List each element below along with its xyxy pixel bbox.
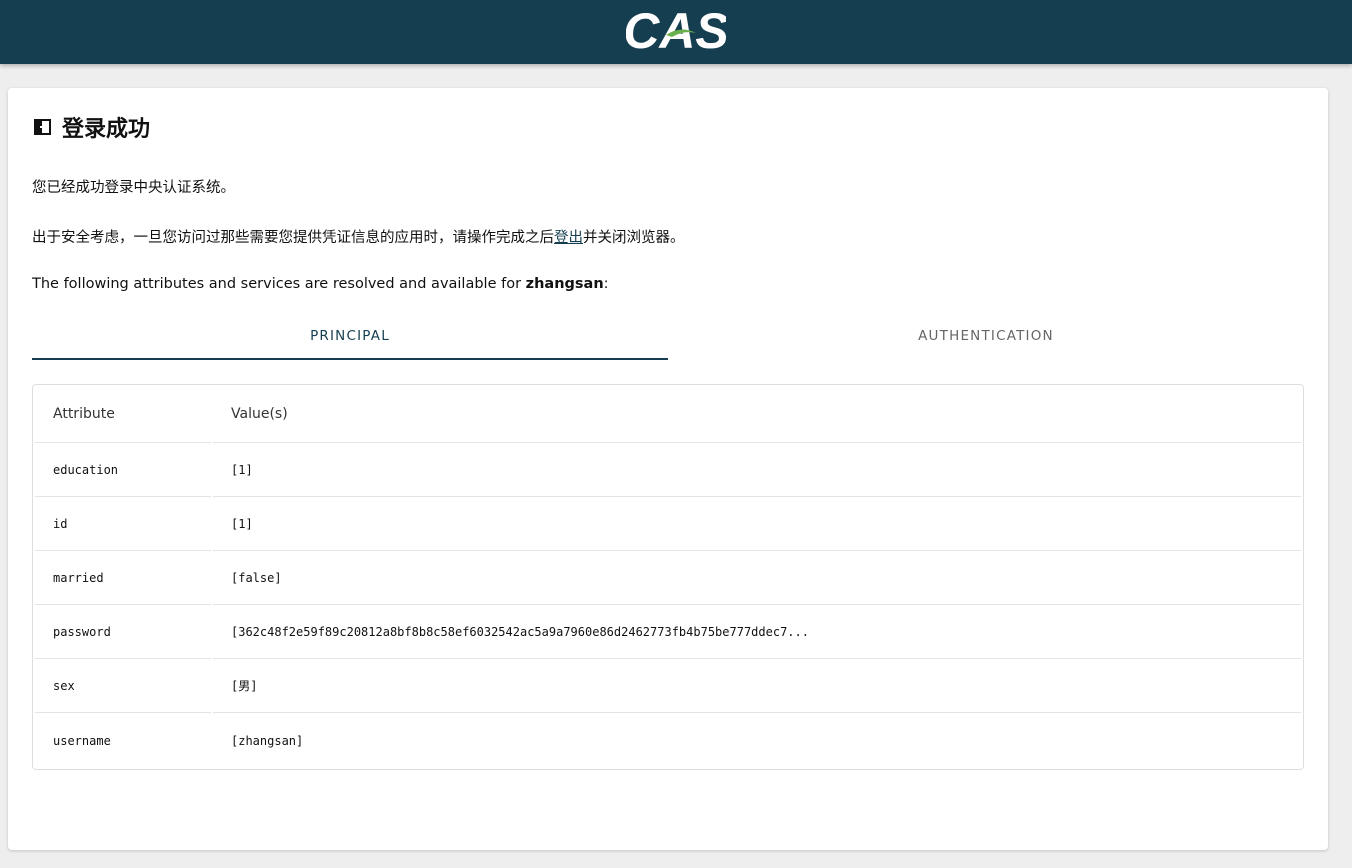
attribute-name: education bbox=[35, 443, 211, 497]
tab-bar: PRINCIPAL AUTHENTICATION bbox=[32, 312, 1304, 360]
door-open-icon bbox=[32, 116, 54, 138]
attribute-name: username bbox=[53, 734, 111, 748]
attributes-intro: The following attributes and services ar… bbox=[32, 276, 609, 292]
table-row: username [zhangsan] bbox=[33, 713, 1303, 767]
top-bar: CAS bbox=[0, 0, 1352, 64]
page-title-text: 登录成功 bbox=[62, 117, 151, 142]
login-success-card: 登录成功 您已经成功登录中央认证系统。 出于安全考虑，一旦您访问过那些需要您提供… bbox=[8, 88, 1328, 850]
attribute-name: password bbox=[35, 605, 211, 659]
attributes-intro-tail: : bbox=[603, 276, 609, 292]
cas-logo: CAS bbox=[623, 3, 729, 59]
column-header-attribute: Attribute bbox=[35, 385, 211, 443]
attribute-name: id bbox=[35, 497, 211, 551]
attribute-name: married bbox=[35, 551, 211, 605]
table-row: married [false] bbox=[33, 551, 1303, 605]
attributes-intro-text: The following attributes and services ar… bbox=[32, 276, 526, 292]
attribute-value: [1] bbox=[213, 497, 1301, 551]
page-title: 登录成功 bbox=[32, 112, 150, 142]
attribute-name: sex bbox=[35, 659, 211, 713]
attribute-value: [男] bbox=[213, 659, 1301, 713]
attribute-value: [362c48f2e59f89c20812a8bf8b8c58ef6032542… bbox=[213, 605, 1301, 659]
table-header-row: Attribute Value(s) bbox=[33, 385, 1303, 443]
attribute-value: [false] bbox=[213, 551, 1301, 605]
logout-link[interactable]: 登出 bbox=[554, 230, 583, 246]
svg-text:CAS: CAS bbox=[626, 3, 726, 55]
security-notice: 出于安全考虑，一旦您访问过那些需要您提供凭证信息的应用时，请操作完成之后登出并关… bbox=[32, 226, 685, 247]
attribute-value: [zhangsan] bbox=[231, 734, 304, 748]
attribute-value: [1] bbox=[213, 443, 1301, 497]
table-row: education [1] bbox=[33, 443, 1303, 497]
column-header-values: Value(s) bbox=[213, 385, 1301, 443]
success-message: 您已经成功登录中央认证系统。 bbox=[32, 180, 235, 196]
table-row: sex [男] bbox=[33, 659, 1303, 713]
attributes-table: Attribute Value(s) education [1] id [1] … bbox=[32, 384, 1304, 770]
table-row: id [1] bbox=[33, 497, 1303, 551]
security-notice-tail: 并关闭浏览器。 bbox=[583, 230, 685, 246]
username-strong: zhangsan bbox=[525, 276, 604, 292]
security-notice-text: 出于安全考虑，一旦您访问过那些需要您提供凭证信息的应用时，请操作完成之后 bbox=[32, 230, 554, 246]
table-row: password [362c48f2e59f89c20812a8bf8b8c58… bbox=[33, 605, 1303, 659]
tab-principal[interactable]: PRINCIPAL bbox=[32, 312, 668, 360]
tab-authentication[interactable]: AUTHENTICATION bbox=[668, 312, 1304, 360]
